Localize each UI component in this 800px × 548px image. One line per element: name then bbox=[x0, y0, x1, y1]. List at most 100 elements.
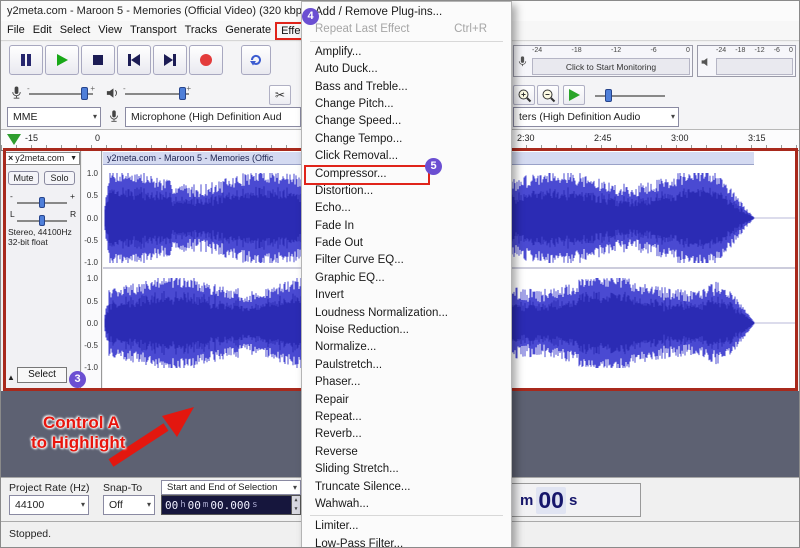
menu-item-fade-out[interactable]: Fade Out bbox=[302, 235, 511, 252]
menu-item-bass-and-treble[interactable]: Bass and Treble... bbox=[302, 79, 511, 96]
skip-to-start-button[interactable] bbox=[117, 45, 151, 75]
snap-to-select[interactable]: Off ▾ bbox=[103, 495, 155, 515]
time-hours[interactable]: 00 bbox=[165, 499, 178, 512]
menu-item-fade-in[interactable]: Fade In bbox=[302, 218, 511, 235]
menu-item-repeat[interactable]: Repeat... bbox=[302, 409, 511, 426]
track-tab[interactable]: × y2meta.com ▼ bbox=[5, 152, 80, 165]
scale-value-label: 0.5 bbox=[87, 191, 98, 200]
track-name: y2meta.com bbox=[15, 153, 64, 164]
time-minutes[interactable]: 00 bbox=[188, 499, 201, 512]
menu-item-change-speed[interactable]: Change Speed... bbox=[302, 113, 511, 130]
playback-meter-bar bbox=[716, 58, 793, 75]
menu-item-filter-curve-eq[interactable]: Filter Curve EQ... bbox=[302, 252, 511, 269]
play-speed-thumb[interactable] bbox=[605, 89, 612, 102]
menubar-item-select[interactable]: Select bbox=[56, 22, 95, 40]
menu-item-reverb[interactable]: Reverb... bbox=[302, 426, 511, 443]
menu-item-label: Auto Duck... bbox=[315, 61, 378, 78]
gain-thumb[interactable] bbox=[39, 197, 45, 208]
menu-item-auto-duck[interactable]: Auto Duck... bbox=[302, 61, 511, 78]
project-rate-select[interactable]: 44100 ▾ bbox=[9, 495, 89, 515]
vertical-scale[interactable]: 1.00.50.0-0.5-1.01.00.50.0-0.5-1.0 bbox=[82, 151, 102, 389]
loop-button[interactable] bbox=[241, 45, 271, 75]
big-time-digits[interactable]: 00 bbox=[536, 487, 566, 514]
zoom-in-button[interactable] bbox=[513, 85, 535, 105]
pan-slider[interactable] bbox=[17, 220, 67, 222]
menu-item-repair[interactable]: Repair bbox=[302, 392, 511, 409]
time-spinner[interactable]: ▲▼ bbox=[291, 496, 300, 514]
menubar-item-generate[interactable]: Generate bbox=[221, 22, 275, 40]
menu-item-truncate-silence[interactable]: Truncate Silence... bbox=[302, 479, 511, 496]
play-at-speed-button[interactable] bbox=[563, 85, 585, 105]
stop-button[interactable] bbox=[81, 45, 115, 75]
chevron-down-icon: ▾ bbox=[147, 496, 151, 514]
playback-device-select[interactable]: ters (High Definition Audio ▾ bbox=[513, 107, 679, 127]
playback-volume-slider[interactable]: - + bbox=[125, 93, 189, 95]
menu-item-noise-reduction[interactable]: Noise Reduction... bbox=[302, 322, 511, 339]
menu-item-compressor[interactable]: Compressor... bbox=[302, 166, 511, 183]
timeline-pin-icon[interactable] bbox=[7, 134, 21, 145]
cut-button[interactable]: ✂ bbox=[269, 85, 291, 105]
mute-button[interactable]: Mute bbox=[8, 171, 39, 185]
time-seconds[interactable]: 00.000 bbox=[210, 499, 250, 512]
select-button[interactable]: Select bbox=[17, 367, 67, 383]
chevron-down-icon[interactable]: ▼ bbox=[70, 153, 77, 164]
selection-start-time[interactable]: 00 h 00 m 00.000 s ▲▼ bbox=[161, 495, 301, 515]
solo-button[interactable]: Solo bbox=[44, 171, 75, 185]
playback-volume-thumb[interactable] bbox=[179, 87, 186, 100]
scale-value-label: 0.0 bbox=[87, 214, 98, 223]
meter-tick-label: 0 bbox=[686, 47, 690, 56]
gain-plus-label: + bbox=[70, 191, 75, 201]
selection-range-mode-select[interactable]: Start and End of Selection ▾ bbox=[161, 480, 301, 495]
track-control-panel: × y2meta.com ▼ Mute Solo - + L R Stereo,… bbox=[4, 151, 81, 389]
menu-item-graphic-eq[interactable]: Graphic EQ... bbox=[302, 270, 511, 287]
zoom-out-button[interactable] bbox=[537, 85, 559, 105]
record-button[interactable] bbox=[189, 45, 223, 75]
menu-item-paulstretch[interactable]: Paulstretch... bbox=[302, 357, 511, 374]
menu-item-label: Reverb... bbox=[315, 426, 362, 443]
recording-meter[interactable]: -24-18-12-60 Click to Start Monitoring bbox=[513, 45, 693, 77]
menu-item-amplify[interactable]: Amplify... bbox=[302, 44, 511, 61]
timeline-label: 3:00 bbox=[671, 133, 689, 143]
recording-device-select[interactable]: Microphone (High Definition Aud bbox=[125, 107, 301, 127]
menu-item-loudness-normalization[interactable]: Loudness Normalization... bbox=[302, 305, 511, 322]
recording-volume-thumb[interactable] bbox=[81, 87, 88, 100]
pan-thumb[interactable] bbox=[39, 215, 45, 226]
menu-item-wahwah[interactable]: Wahwah... bbox=[302, 496, 511, 513]
pause-button[interactable] bbox=[9, 45, 43, 75]
menu-item-distortion[interactable]: Distortion... bbox=[302, 183, 511, 200]
menu-item-normalize[interactable]: Normalize... bbox=[302, 339, 511, 356]
meter-tick-label: 0 bbox=[789, 47, 793, 56]
menu-item-repeat-last-effect[interactable]: Repeat Last EffectCtrl+R bbox=[302, 21, 511, 38]
gain-slider[interactable] bbox=[17, 202, 67, 204]
menu-item-invert[interactable]: Invert bbox=[302, 287, 511, 304]
timeline-label: 2:30 bbox=[517, 133, 535, 143]
menu-item-label: Distortion... bbox=[315, 183, 373, 200]
menu-item-change-pitch[interactable]: Change Pitch... bbox=[302, 96, 511, 113]
close-icon[interactable]: × bbox=[8, 153, 13, 164]
recording-volume-slider[interactable]: - + bbox=[29, 93, 93, 95]
menu-item-phaser[interactable]: Phaser... bbox=[302, 374, 511, 391]
play-speed-slider[interactable] bbox=[595, 95, 665, 97]
menu-item-reverse[interactable]: Reverse bbox=[302, 444, 511, 461]
menu-item-limiter[interactable]: Limiter... bbox=[302, 518, 511, 535]
menubar-item-transport[interactable]: Transport bbox=[126, 22, 181, 40]
menu-item-echo[interactable]: Echo... bbox=[302, 200, 511, 217]
zoom-out-icon bbox=[541, 88, 556, 103]
collapse-track-icon[interactable]: ▲ bbox=[7, 373, 15, 382]
menu-item-change-tempo[interactable]: Change Tempo... bbox=[302, 131, 511, 148]
playback-meter[interactable]: -24-18-12-60 bbox=[697, 45, 796, 77]
menubar-item-file[interactable]: File bbox=[3, 22, 29, 40]
microphone-icon bbox=[9, 85, 24, 104]
audio-host-select[interactable]: MME ▾ bbox=[7, 107, 101, 127]
menu-item-sliding-stretch[interactable]: Sliding Stretch... bbox=[302, 461, 511, 478]
play-button[interactable] bbox=[45, 45, 79, 75]
menu-item-click-removal[interactable]: Click Removal... bbox=[302, 148, 511, 165]
menubar-item-view[interactable]: View bbox=[94, 22, 126, 40]
skip-to-end-button[interactable] bbox=[153, 45, 187, 75]
menu-item-add-remove-plug-ins[interactable]: Add / Remove Plug-ins... bbox=[302, 4, 511, 21]
menubar-item-tracks[interactable]: Tracks bbox=[181, 22, 222, 40]
menu-item-low-pass-filter[interactable]: Low-Pass Filter... bbox=[302, 536, 511, 548]
menubar-item-edit[interactable]: Edit bbox=[29, 22, 56, 40]
monitor-text[interactable]: Click to Start Monitoring bbox=[532, 58, 690, 75]
menu-item-label: Loudness Normalization... bbox=[315, 305, 448, 322]
